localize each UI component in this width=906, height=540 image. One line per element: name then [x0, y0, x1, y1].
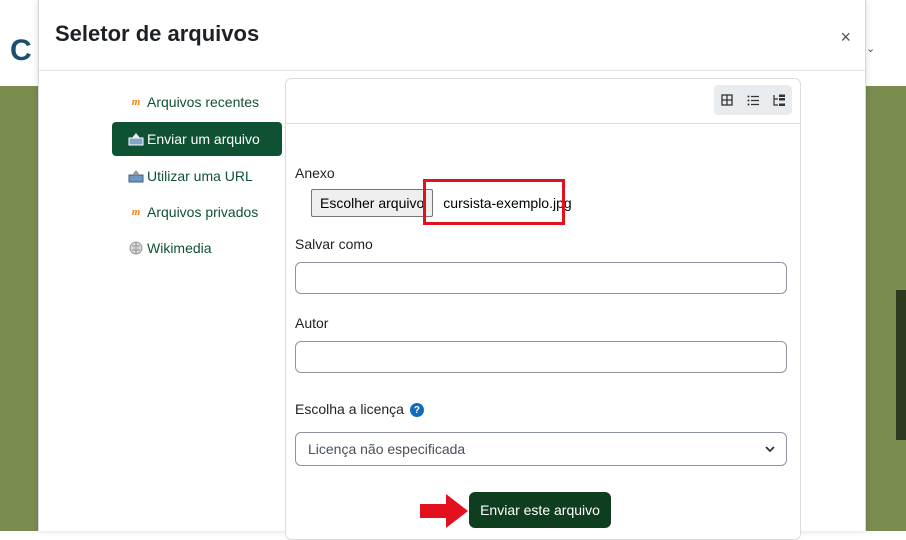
url-icon [128, 169, 144, 183]
help-icon[interactable]: ? [409, 403, 424, 418]
panel-toolbar [286, 79, 800, 124]
red-arrow-icon [420, 494, 468, 528]
view-switcher [714, 85, 792, 115]
license-label: Escolha a licença [295, 401, 404, 417]
red-highlight-box [423, 179, 565, 225]
sidebar-item-label: Arquivos privados [147, 204, 259, 220]
dialog-header: Seletor de arquivos × [39, 0, 865, 71]
sidebar-item-upload-file[interactable]: Enviar um arquivo [112, 122, 282, 156]
icons-view-button[interactable] [714, 85, 740, 115]
save-as-input[interactable] [295, 262, 787, 294]
tree-view-icon [773, 94, 785, 106]
wikimedia-icon [128, 241, 144, 255]
license-select[interactable]: Licença não especificada [295, 432, 787, 466]
list-view-button[interactable] [740, 85, 766, 115]
attachment-label: Anexo [295, 165, 335, 181]
chevron-down-icon [765, 446, 775, 453]
upload-icon [128, 132, 144, 146]
author-input[interactable] [295, 341, 787, 373]
choose-file-button[interactable]: Escolher arquivo [311, 189, 434, 217]
repository-list: m Arquivos recentes Enviar um arquivo Ut… [112, 86, 282, 268]
dialog-title: Seletor de arquivos [55, 21, 260, 46]
sidebar-item-label: Wikimedia [147, 240, 212, 256]
background-logo: C [10, 34, 32, 67]
sidebar-item-label: Enviar um arquivo [147, 131, 260, 147]
sidebar-item-recent-files[interactable]: m Arquivos recentes [112, 86, 282, 118]
icons-view-icon [721, 94, 733, 106]
moodle-icon: m [131, 96, 141, 108]
file-picker-dialog: Seletor de arquivos × m Arquivos recente… [38, 0, 866, 540]
save-as-label: Salvar como [295, 236, 373, 252]
license-selected-value: Licença não especificada [308, 441, 466, 457]
sidebar-item-wikimedia[interactable]: Wikimedia [112, 232, 282, 264]
sidebar-item-label: Utilizar uma URL [147, 168, 253, 184]
close-button[interactable]: × [840, 28, 851, 46]
license-label-row: Escolha a licença? [295, 401, 424, 418]
background-edge [896, 290, 906, 440]
upload-file-button[interactable]: Enviar este arquivo [469, 492, 611, 528]
moodle-icon: m [131, 206, 141, 218]
list-view-icon [747, 95, 759, 105]
upload-panel: Anexo Escolher arquivo cursista-exemplo.… [285, 78, 801, 540]
tree-view-button[interactable] [766, 85, 792, 115]
author-label: Autor [295, 315, 329, 331]
sidebar-item-label: Arquivos recentes [147, 94, 260, 110]
sidebar-item-private-files[interactable]: m Arquivos privados [112, 196, 282, 228]
sidebar-item-use-url[interactable]: Utilizar uma URL [112, 160, 282, 192]
chevron-down-icon: ⌄ [866, 43, 876, 55]
